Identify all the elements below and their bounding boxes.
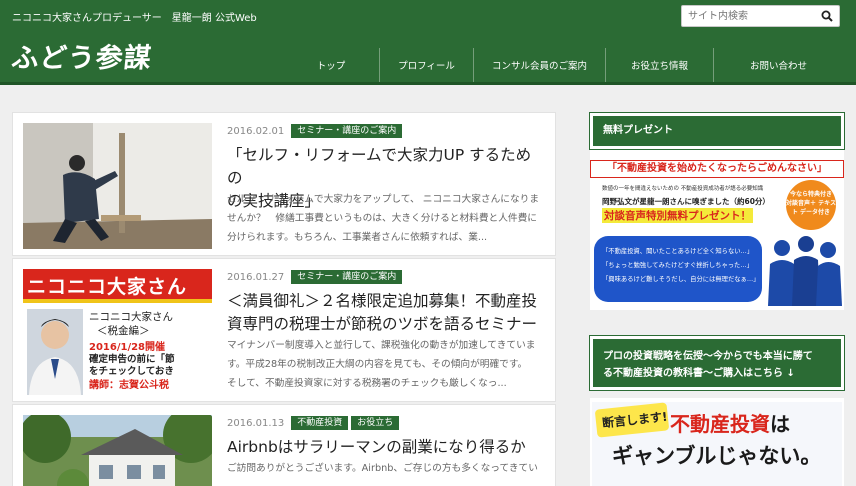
post-date: 2016.01.27 [227, 271, 285, 283]
bubble-line: 「興味あるけど難しそうだし、自分には無理だなぁ…」 [602, 276, 760, 283]
excerpt-line: す。平成28年の税制改正大綱の内容を見ても、その傾向が明確です。 [227, 359, 528, 370]
search-icon[interactable] [821, 10, 833, 22]
post-card[interactable]: ニコニコ大家さん ニコニコ大家さん ＜税金編＞ 2016/1/28開催 確定申告… [12, 258, 556, 402]
excerpt-line: 分けられます。もちろん、工事業者さんに依頼すれば、業... [227, 232, 488, 243]
thumb-sub: ニコニコ大家さん [89, 311, 173, 323]
present-widget: 無料プレゼント 「不動産投資を始めたくなったらごめんなさい」 数値の一年を間違え… [589, 112, 845, 310]
post-title-line: 「セルフ・リフォームで大家力UP するための [227, 146, 532, 187]
silhouette-people-icon [768, 236, 842, 306]
heading-line: る不動産投資の教科書〜ご購入はこちら ↓ [603, 368, 795, 379]
site-tagline: ニコニコ大家さんプロデューサー 星龍一朗 公式Web [12, 13, 257, 24]
thumb-heading: ニコニコ大家さん [27, 276, 188, 298]
site-logo[interactable]: ふどう参謀 [10, 36, 154, 75]
post-excerpt: マイナンバー制度導入と並行して、課税強化の動きが加速してきていま す。平成28年… [227, 336, 547, 393]
post-title-line: ＜満員御礼＞２名様限定追加募集！不動産投 [227, 292, 538, 310]
post-meta: 2016.02.01 セミナー・講座のご案内 [227, 124, 405, 138]
post-date: 2016.01.13 [227, 417, 285, 429]
book-headline: 不動産投資は [670, 408, 790, 437]
excerpt-line: セルフ・リフォームで大家力をアップして、 ニコニコ大家さんになりま [227, 194, 540, 205]
post-category-tag[interactable]: セミナー・講座のご案内 [291, 124, 403, 138]
post-category-tag[interactable]: セミナー・講座のご案内 [291, 270, 403, 284]
post-title-line: Airbnbはサラリーマンの副業になり得るか [227, 438, 526, 456]
site-search [681, 5, 840, 27]
nav-contact[interactable]: お問い合わせ [713, 48, 843, 82]
book-headline-red: 不動産投資 [670, 412, 770, 436]
present-banner[interactable]: 「不動産投資を始めたくなったらごめんなさい」 数値の一年を間違えないための 不動… [590, 160, 844, 306]
post-category-tag[interactable]: お役立ち [351, 416, 400, 430]
thumb-line: をチェックしておき [89, 366, 174, 377]
excerpt-line: ご訪問ありがとうございます。Airbnb、ご存じの方も多くなってきてい [227, 463, 538, 474]
book-headline-black: は [770, 412, 790, 436]
nav-useful-info[interactable]: お役立ち情報 [605, 48, 713, 82]
book-banner[interactable]: 断言します! 不動産投資は ギャンブルじゃない。 [590, 398, 844, 486]
post-thumbnail-airbnb[interactable] [23, 415, 212, 486]
search-input[interactable] [682, 6, 818, 26]
post-thumbnail-reform[interactable] [23, 123, 212, 249]
post-title[interactable]: ＜満員御礼＞２名様限定追加募集！不動産投 資専門の税理士が節税のツボを語るセミナ… [227, 290, 545, 336]
post-card[interactable]: 2016.02.01 セミナー・講座のご案内 「セルフ・リフォームで大家力UP … [12, 112, 556, 256]
bubble-line: 「ちょっと勉強してみたけどすぐ挫折しちゃった…」 [602, 262, 753, 269]
present-name-line: 岡野弘文が星龍一朗さんに嗅ぎました（約60分） [602, 197, 770, 206]
excerpt-line: マイナンバー制度導入と並行して、課税強化の動きが加速してきていま [227, 340, 536, 351]
widget-heading: 無料プレゼント [589, 112, 845, 150]
post-category-tag[interactable]: 不動産投資 [291, 416, 349, 430]
post-title-line: 資専門の税理士が節税のツボを語るセミナー [227, 315, 538, 333]
present-badge: 今なら特典付き 対談音声＋ テキスト データ付き [786, 180, 836, 230]
excerpt-line: せんか？ 修繕工事費というものは、大きく分けると材料費と人件費に [227, 213, 537, 224]
book-widget-heading[interactable]: プロの投資戦略を伝授〜今からでも本当に勝て る不動産投資の教科書〜ご購入はこちら… [589, 335, 845, 391]
thumb-speaker: 講師：志賀公斗税 [89, 380, 169, 391]
house-photo [23, 415, 212, 486]
post-date: 2016.02.01 [227, 125, 285, 137]
post-list: 2016.02.01 セミナー・講座のご案内 「セルフ・リフォームで大家力UP … [12, 112, 556, 486]
post-meta: 2016.01.27 セミナー・講座のご案内 [227, 270, 405, 284]
post-title[interactable]: Airbnbはサラリーマンの副業になり得るか [227, 436, 545, 459]
bubble-line: 「不動産投資、聞いたことあるけど全く知らない…」 [602, 248, 754, 255]
post-card[interactable]: 2016.01.13 不動産投資 お役立ち Airbnbはサラリーマンの副業にな… [12, 404, 556, 486]
sidebar: 無料プレゼント 「不動産投資を始めたくなったらごめんなさい」 数値の一年を間違え… [589, 112, 845, 486]
post-meta: 2016.01.13 不動産投資 お役立ち [227, 416, 402, 430]
nav-profile[interactable]: プロフィール [379, 48, 473, 82]
present-small-text: 数値の一年を間違えないための 不動産投資成功者が語る必要知識 [602, 186, 764, 192]
present-headline: 「不動産投資を始めたくなったらごめんなさい」 [590, 160, 844, 178]
post-thumbnail-tax-seminar[interactable]: ニコニコ大家さん ニコニコ大家さん ＜税金編＞ 2016/1/28開催 確定申告… [23, 269, 212, 395]
book-tagline: ギャンブルじゃない。 [612, 444, 822, 468]
present-offer: 対談音声特別無料プレゼント！ [602, 208, 753, 223]
post-excerpt: セルフ・リフォームで大家力をアップして、 ニコニコ大家さんになりま せんか？ 修… [227, 190, 547, 247]
excerpt-line: そして、不動産投資家に対する税務署のチェックも厳しくなっ... [227, 378, 507, 389]
nav-consult-membership[interactable]: コンサル会員のご案内 [473, 48, 605, 82]
nav-top[interactable]: トップ [283, 48, 379, 82]
site-header: ニコニコ大家さんプロデューサー 星龍一朗 公式Web ふどう参謀 トップ プロフ… [0, 0, 856, 85]
main-nav: トップ プロフィール コンサル会員のご案内 お役立ち情報 お問い合わせ [283, 48, 843, 82]
heading-line: プロの投資戦略を伝授〜今からでも本当に勝て [603, 351, 813, 362]
thumb-sub: ＜税金編＞ [97, 325, 150, 337]
reform-photo [23, 123, 212, 249]
post-excerpt: ご訪問ありがとうございます。Airbnb、ご存じの方も多くなってきてい [227, 459, 547, 478]
